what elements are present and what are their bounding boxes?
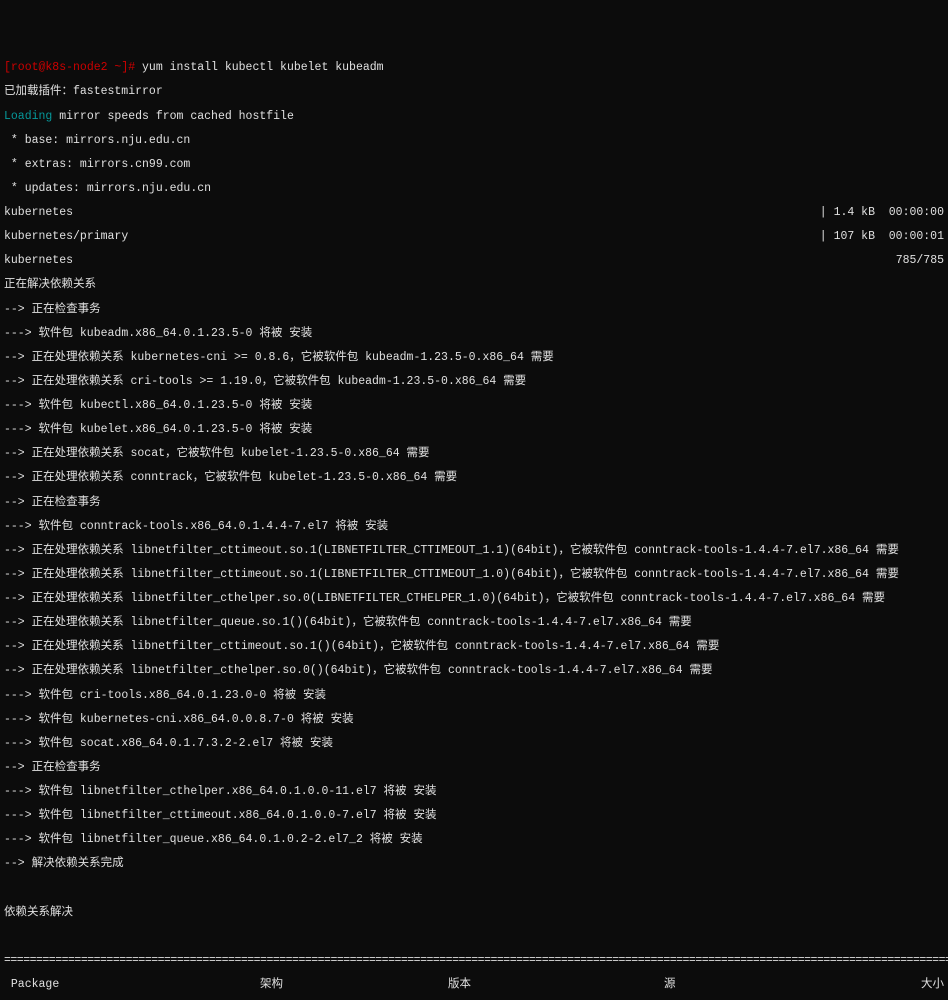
repo-name: kubernetes — [4, 255, 896, 267]
dep-line: ---> 软件包 libnetfilter_cttimeout.x86_64.0… — [4, 810, 944, 822]
repo-info: | 1.4 kB 00:00:00 — [820, 207, 944, 219]
dep-line: --> 正在处理依赖关系 socat，它被软件包 kubelet-1.23.5-… — [4, 448, 944, 460]
dep-line: --> 正在处理依赖关系 kubernetes-cni >= 0.8.6，它被软… — [4, 352, 944, 364]
repo-row-1: kubernetes| 1.4 kB 00:00:00 — [4, 207, 944, 219]
dep-line: --> 正在检查事务 — [4, 762, 944, 774]
dep-line: ---> 软件包 libnetfilter_queue.x86_64.0.1.0… — [4, 834, 944, 846]
deps-resolved: 依赖关系解决 — [4, 907, 944, 919]
prompt-userhost: [root@k8s-node2 ~]# — [4, 61, 135, 74]
dep-line: --> 正在处理依赖关系 libnetfilter_cthelper.so.0(… — [4, 665, 944, 677]
repo-info: 785/785 — [896, 255, 944, 267]
dep-line: ---> 软件包 kubeadm.x86_64.0.1.23.5-0 将被 安装 — [4, 328, 944, 340]
header-size: 大小 — [884, 979, 944, 991]
mirror-extras: * extras: mirrors.cn99.com — [4, 159, 944, 171]
blank-line — [4, 931, 944, 943]
dep-line: --> 正在处理依赖关系 libnetfilter_cthelper.so.0(… — [4, 593, 944, 605]
table-rule-top: ========================================… — [4, 955, 944, 967]
dep-line: ---> 软件包 conntrack-tools.x86_64.0.1.4.4-… — [4, 521, 944, 533]
header-arch: 架构 — [260, 979, 448, 991]
header-repo: 源 — [664, 979, 884, 991]
dep-line: --> 正在检查事务 — [4, 497, 944, 509]
dep-line: ---> 软件包 kubelet.x86_64.0.1.23.5-0 将被 安装 — [4, 424, 944, 436]
prompt-line: [root@k8s-node2 ~]# yum install kubectl … — [4, 62, 944, 74]
repo-row-3: kubernetes785/785 — [4, 255, 944, 267]
dep-line: ---> 软件包 cri-tools.x86_64.0.1.23.0-0 将被 … — [4, 690, 944, 702]
loading-rest: mirror speeds from cached hostfile — [52, 110, 294, 123]
repo-info: | 107 kB 00:00:01 — [820, 231, 944, 243]
loading-status: Loading — [4, 110, 52, 123]
dep-line: --> 正在处理依赖关系 libnetfilter_cttimeout.so.1… — [4, 641, 944, 653]
dep-line: --> 正在处理依赖关系 conntrack，它被软件包 kubelet-1.2… — [4, 472, 944, 484]
mirror-updates: * updates: mirrors.nju.edu.cn — [4, 183, 944, 195]
dep-line: --> 正在处理依赖关系 libnetfilter_cttimeout.so.1… — [4, 545, 944, 557]
dep-line: --> 正在检查事务 — [4, 304, 944, 316]
dep-line: --> 正在处理依赖关系 libnetfilter_cttimeout.so.1… — [4, 569, 944, 581]
table-header-row: Package 架构 版本 源 大小 — [4, 979, 944, 991]
loading-line: Loading mirror speeds from cached hostfi… — [4, 111, 944, 123]
repo-name: kubernetes — [4, 207, 820, 219]
dep-title: 正在解决依赖关系 — [4, 279, 944, 291]
dep-line: --> 正在处理依赖关系 libnetfilter_queue.so.1()(6… — [4, 617, 944, 629]
terminal-output: [root@k8s-node2 ~]# yum install kubectl … — [4, 50, 944, 1000]
dep-line: --> 正在处理依赖关系 cri-tools >= 1.19.0，它被软件包 k… — [4, 376, 944, 388]
header-package: Package — [4, 979, 260, 991]
dep-line: --> 解决依赖关系完成 — [4, 858, 944, 870]
prompt-command: yum install kubectl kubelet kubeadm — [135, 61, 383, 74]
repo-row-2: kubernetes/primary| 107 kB 00:00:01 — [4, 231, 944, 243]
dep-line: ---> 软件包 socat.x86_64.0.1.7.3.2-2.el7 将被… — [4, 738, 944, 750]
plugins-line: 已加载插件：fastestmirror — [4, 86, 944, 98]
dep-line: ---> 软件包 kubectl.x86_64.0.1.23.5-0 将被 安装 — [4, 400, 944, 412]
dep-line: ---> 软件包 kubernetes-cni.x86_64.0.0.8.7-0… — [4, 714, 944, 726]
repo-name: kubernetes/primary — [4, 231, 820, 243]
dep-line: ---> 软件包 libnetfilter_cthelper.x86_64.0.… — [4, 786, 944, 798]
blank-line — [4, 883, 944, 895]
header-version: 版本 — [448, 979, 664, 991]
mirror-base: * base: mirrors.nju.edu.cn — [4, 135, 944, 147]
